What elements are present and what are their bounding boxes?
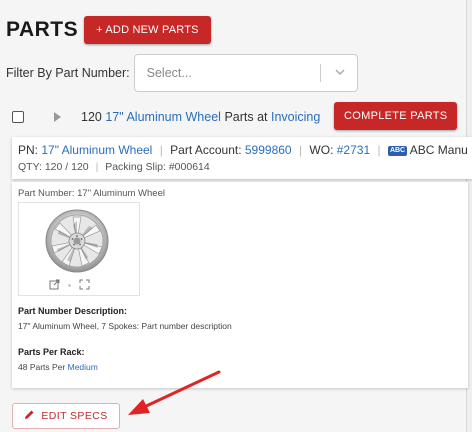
select-group-checkbox[interactable] — [12, 111, 24, 123]
group-location-link[interactable]: Invoicing — [271, 110, 320, 124]
pn-link[interactable]: 17" Aluminum Wheel — [41, 143, 152, 157]
edit-specs-button[interactable]: EDIT SPECS — [12, 403, 120, 429]
packing-slip-text: Packing Slip: #000614 — [105, 161, 210, 173]
add-new-parts-button[interactable]: + ADD NEW PARTS — [84, 16, 211, 44]
account-link[interactable]: 5999860 — [245, 143, 292, 157]
group-part-link[interactable]: 17" Aluminum Wheel — [105, 110, 221, 124]
thumbnail-tools — [49, 279, 90, 292]
group-count: 120 — [81, 110, 102, 124]
parts-group-row: 120 17" Aluminum Wheel Parts at Invoicin… — [12, 102, 462, 132]
expand-play-icon[interactable] — [54, 112, 61, 122]
wo-link[interactable]: #2731 — [337, 143, 370, 157]
group-summary: 120 17" Aluminum Wheel Parts at Invoicin… — [81, 110, 320, 124]
pencil-icon — [24, 409, 35, 423]
account-label: Part Account: — [170, 143, 242, 157]
divider: | — [95, 161, 99, 173]
page-header: PARTS + ADD NEW PARTS — [6, 16, 211, 44]
per-rack-label: Parts Per Rack: — [18, 347, 85, 357]
part-card-line2: QTY: 120 / 120 | Packing Slip: #000614 — [18, 161, 210, 173]
part-card-line1: PN: 17" Aluminum Wheel | Part Account: 5… — [18, 143, 468, 157]
filter-label: Filter By Part Number: — [6, 66, 130, 80]
edit-specs-label: EDIT SPECS — [41, 410, 108, 422]
qty-text: QTY: 120 / 120 — [18, 161, 89, 173]
divider: | — [159, 143, 163, 157]
part-number-select[interactable]: Select... — [133, 54, 358, 92]
customer-name: ABC Manu — [409, 143, 468, 157]
fullscreen-icon[interactable] — [79, 279, 90, 292]
parts-panel: PARTS + ADD NEW PARTS Filter By Part Num… — [0, 0, 472, 432]
divider: | — [298, 143, 303, 157]
rack-size-link[interactable]: Medium — [68, 362, 98, 372]
customer-logo-icon: ABC — [387, 145, 408, 156]
filter-row: Filter By Part Number: Select... — [6, 54, 358, 92]
group-mid-text: Parts at — [224, 110, 268, 124]
per-rack-value: 48 Parts Per Medium — [18, 362, 98, 372]
spec-part-number: Part Number: 17" Aluminum Wheel — [18, 188, 165, 199]
select-placeholder: Select... — [146, 66, 192, 80]
complete-parts-button[interactable]: COMPLETE PARTS — [334, 102, 458, 130]
wo-label: WO: — [309, 143, 334, 157]
pn-label: PN: — [18, 143, 39, 157]
chevron-down-icon[interactable] — [331, 68, 349, 79]
spec-card: Part Number: 17" Aluminum Wheel Part Num… — [12, 182, 468, 388]
divider: | — [377, 143, 381, 157]
description-label: Part Number Description: — [18, 306, 128, 316]
part-image-thumbnail[interactable] — [18, 202, 140, 296]
select-separator — [319, 64, 321, 82]
separator-dot — [68, 284, 71, 287]
per-rack-prefix: 48 Parts Per — [18, 362, 66, 372]
open-external-icon[interactable] — [49, 279, 60, 292]
page-title: PARTS — [6, 18, 79, 41]
description-value: 17" Aluminum Wheel, 7 Spokes: Part numbe… — [18, 321, 232, 331]
part-card[interactable]: PN: 17" Aluminum Wheel | Part Account: 5… — [12, 137, 472, 179]
